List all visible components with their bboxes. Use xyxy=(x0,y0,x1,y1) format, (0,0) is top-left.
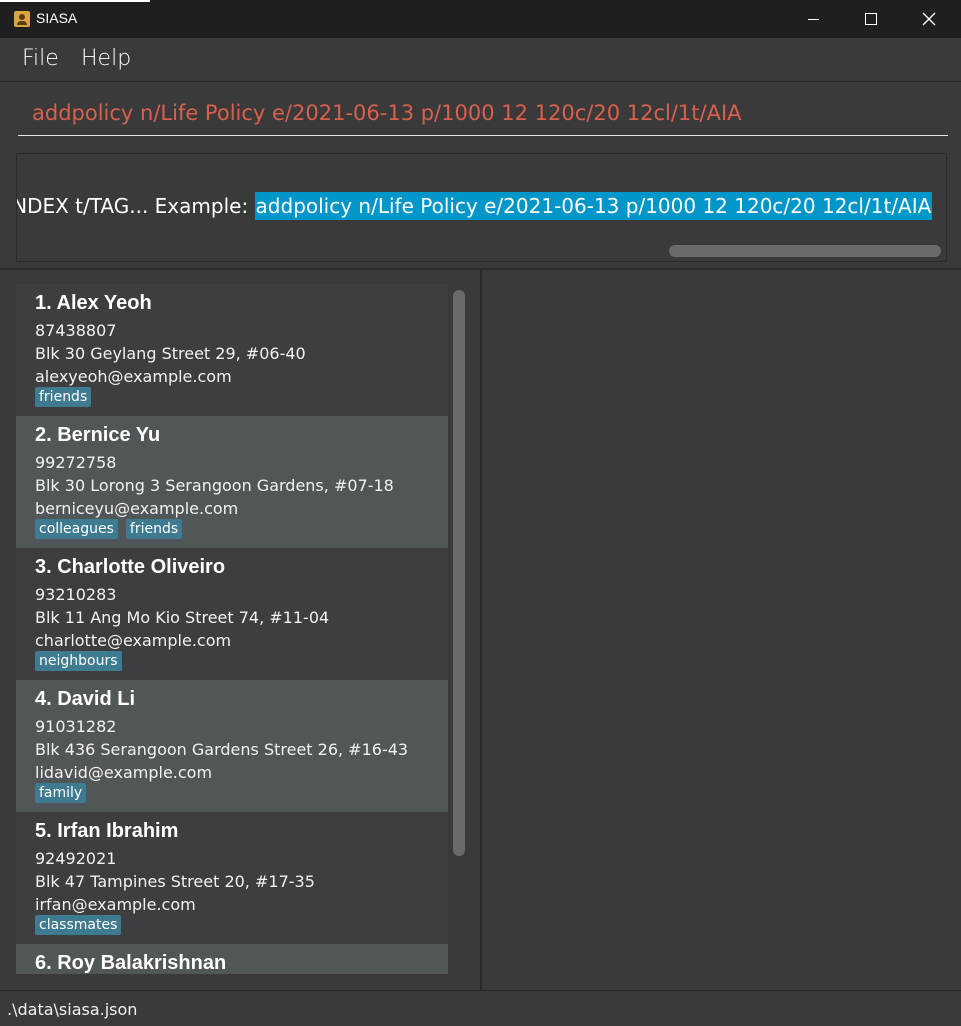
menu-bar: File Help xyxy=(0,38,961,82)
person-name: 6. Roy Balakrishnan xyxy=(35,952,227,974)
person-name: 1. Alex Yeoh xyxy=(35,292,152,314)
person-tags: friends xyxy=(35,387,92,407)
tag-badge: friends xyxy=(125,519,183,539)
person-card[interactable]: 6. Roy Balakrishnan xyxy=(16,944,448,974)
person-name: 2. Bernice Yu xyxy=(35,424,161,446)
contacts-book-icon xyxy=(14,11,30,27)
person-tags: neighbours xyxy=(35,651,122,671)
person-phone: 93210283 xyxy=(35,585,117,604)
status-file-path: .\data\siasa.json xyxy=(7,1000,138,1019)
command-box xyxy=(0,82,961,148)
tag-badge: colleagues xyxy=(35,519,118,539)
minimize-button[interactable] xyxy=(784,0,842,38)
maximize-icon xyxy=(865,13,877,25)
person-card[interactable]: 5. Irfan Ibrahim 92492021 Blk 47 Tampine… xyxy=(16,812,448,944)
person-tags: family xyxy=(35,783,87,803)
title-bar-accent xyxy=(0,0,150,2)
person-address: Blk 30 Geylang Street 29, #06-40 xyxy=(35,344,306,363)
person-email: alexyeoh@example.com xyxy=(35,367,232,386)
minimize-icon xyxy=(807,18,819,20)
window-title: SIASA xyxy=(36,10,78,26)
person-address: Blk 436 Serangoon Gardens Street 26, #16… xyxy=(35,740,409,759)
tag-badge: friends xyxy=(35,387,92,407)
close-button[interactable] xyxy=(900,0,958,38)
person-phone: 99272758 xyxy=(35,453,117,472)
person-card[interactable]: 4. David Li 91031282 Blk 436 Serangoon G… xyxy=(16,680,448,812)
person-name: 3. Charlotte Oliveiro xyxy=(35,556,226,578)
person-name: 4. David Li xyxy=(35,688,136,710)
person-list[interactable]: 1. Alex Yeoh 87438807 Blk 30 Geylang Str… xyxy=(16,284,448,974)
person-address: Blk 11 Ang Mo Kio Street 74, #11-04 xyxy=(35,608,330,627)
person-phone: 91031282 xyxy=(35,717,117,736)
person-email: irfan@example.com xyxy=(35,895,196,914)
person-email: berniceyu@example.com xyxy=(35,499,239,518)
tag-badge: family xyxy=(35,783,87,803)
person-card[interactable]: 3. Charlotte Oliveiro 93210283 Blk 11 An… xyxy=(16,548,448,680)
result-horizontal-scrollbar[interactable] xyxy=(669,245,941,257)
person-address: Blk 47 Tampines Street 20, #17-35 xyxy=(35,872,315,891)
panel-divider-vertical[interactable] xyxy=(480,270,482,990)
result-display[interactable]: T_INDEX t/TAG... Example: addpolicy n/Li… xyxy=(16,153,947,262)
person-address: Blk 30 Lorong 3 Serangoon Gardens, #07-1… xyxy=(35,476,394,495)
person-name: 5. Irfan Ibrahim xyxy=(35,820,179,842)
command-input[interactable] xyxy=(18,90,948,136)
person-phone: 92492021 xyxy=(35,849,117,868)
tag-badge: classmates xyxy=(35,915,122,935)
menu-help[interactable]: Help xyxy=(81,46,131,71)
person-tags: classmates xyxy=(35,915,122,935)
tag-badge: neighbours xyxy=(35,651,122,671)
result-prefix: T_INDEX t/TAG... Example: xyxy=(16,194,249,218)
person-email: lidavid@example.com xyxy=(35,763,213,782)
status-bar: .\data\siasa.json xyxy=(0,990,961,1026)
menu-file[interactable]: File xyxy=(22,46,59,71)
person-list-scrollbar[interactable] xyxy=(453,290,465,856)
result-selected-text: addpolicy n/Life Policy e/2021-06-13 p/1… xyxy=(254,192,933,220)
person-phone: 87438807 xyxy=(35,321,117,340)
title-bar: SIASA xyxy=(0,0,961,38)
person-card[interactable]: 1. Alex Yeoh 87438807 Blk 30 Geylang Str… xyxy=(16,284,448,416)
person-email: charlotte@example.com xyxy=(35,631,232,650)
close-icon xyxy=(922,12,936,26)
result-message: T_INDEX t/TAG... Example: addpolicy n/Li… xyxy=(16,192,933,220)
person-card[interactable]: 2. Bernice Yu 99272758 Blk 30 Lorong 3 S… xyxy=(16,416,448,548)
person-tags: colleagues friends xyxy=(35,519,183,539)
maximize-button[interactable] xyxy=(842,0,900,38)
